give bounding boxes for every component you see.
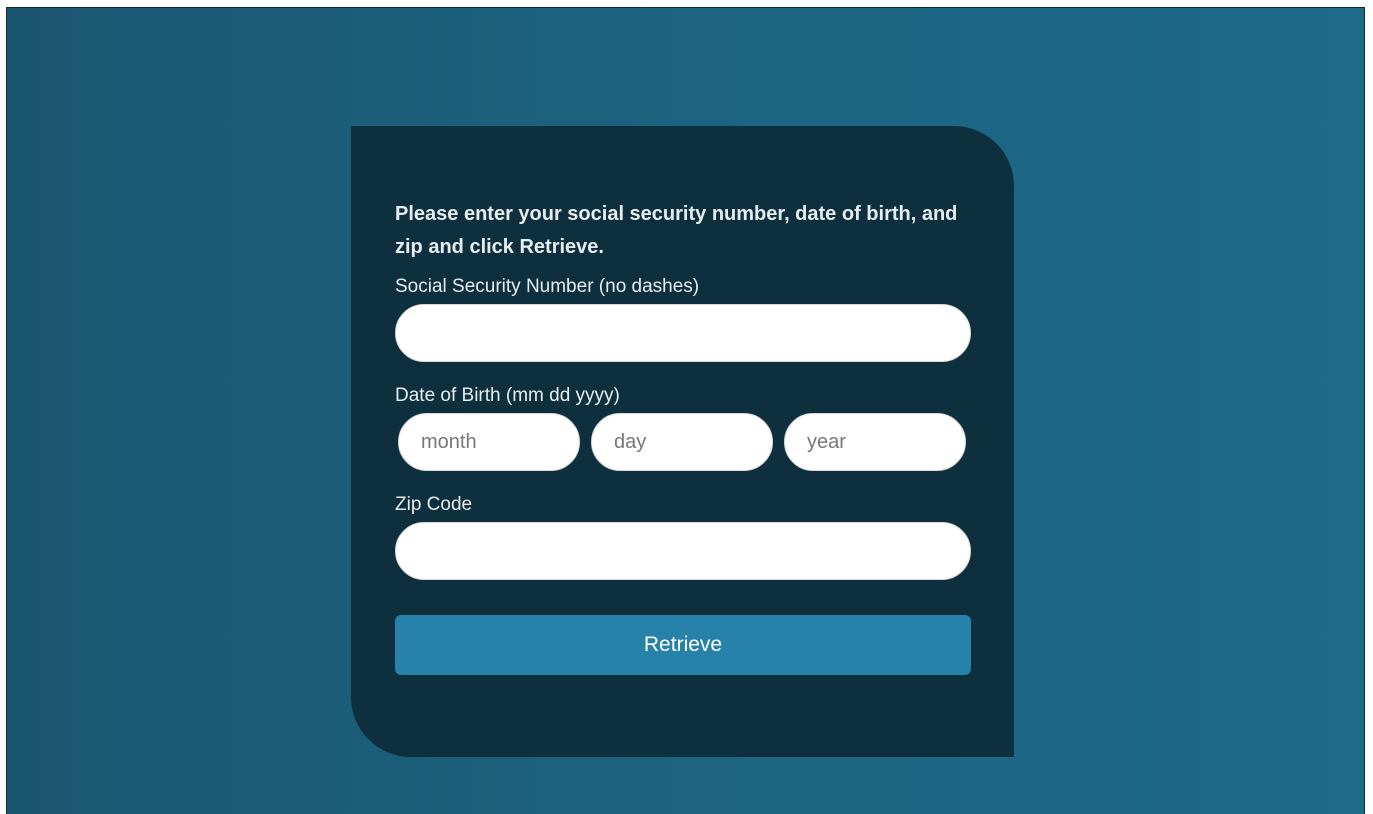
dob-day-input[interactable] (591, 413, 773, 471)
retrieve-form-card: Please enter your social security number… (351, 126, 1014, 757)
ssn-field-group: Social Security Number (no dashes) (395, 274, 971, 362)
ssn-label: Social Security Number (no dashes) (395, 276, 700, 297)
retrieve-button[interactable]: Retrieve (395, 615, 971, 675)
form-instructions: Please enter your social security number… (395, 203, 958, 258)
dob-inputs-row (395, 413, 971, 471)
zip-field-group: Zip Code (395, 492, 971, 580)
dob-month-input[interactable] (398, 413, 580, 471)
dob-field-group: Date of Birth (mm dd yyyy) (395, 383, 971, 471)
zip-label: Zip Code (395, 494, 473, 515)
ssn-input[interactable] (395, 304, 971, 362)
dob-year-input[interactable] (784, 413, 966, 471)
dob-label: Date of Birth (mm dd yyyy) (395, 385, 620, 406)
page-background: Please enter your social security number… (6, 7, 1365, 814)
zip-input[interactable] (395, 522, 971, 580)
